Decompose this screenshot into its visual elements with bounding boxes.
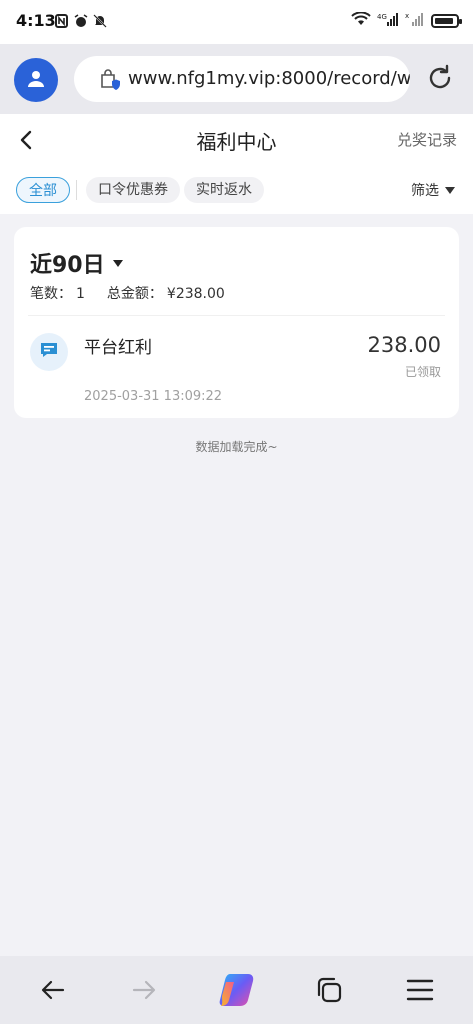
filter-label: 筛选: [411, 183, 439, 199]
load-complete-text: 数据加载完成~: [195, 440, 278, 454]
period-label: 近90日: [30, 253, 105, 278]
browser-bottom-bar: [0, 956, 473, 1024]
forward-nav-button[interactable]: [126, 972, 162, 1008]
wifi-icon: [351, 11, 371, 30]
page-header: 福利中心 兑奖记录: [0, 114, 473, 166]
tab-divider: [76, 180, 77, 200]
item-time: 2025-03-31 13:09:22: [84, 389, 223, 404]
back-nav-button[interactable]: [35, 972, 71, 1008]
nfc-icon: [55, 13, 68, 28]
status-bar: 4:13 4G x: [0, 0, 473, 44]
profile-avatar[interactable]: [14, 58, 58, 102]
item-icon: [30, 333, 68, 371]
record-card: 近90日 笔数： 1 总金额： ¥238.00 平台红利 238.00 已领取 202…: [14, 227, 459, 418]
summary-line: 笔数： 1 总金额： ¥238.00: [30, 283, 229, 303]
signal-x-icon: x: [405, 11, 425, 30]
battery-icon: [431, 13, 462, 28]
caret-down-icon: [445, 186, 455, 194]
count-value: 1: [76, 286, 85, 302]
address-bar[interactable]: www.nfg1my.vip:8000/record/we: [74, 56, 410, 102]
item-status: 已领取: [404, 365, 441, 379]
site-security-icon[interactable]: [98, 69, 120, 95]
reload-button[interactable]: [424, 62, 456, 94]
divider: [28, 315, 445, 316]
tabs-button[interactable]: [311, 972, 347, 1008]
tab-all[interactable]: 全部: [16, 177, 70, 203]
records-link[interactable]: 兑奖记录: [397, 129, 457, 150]
period-selector[interactable]: 近90日: [30, 247, 123, 279]
caret-down-icon: [112, 259, 123, 267]
clock: 4:13: [16, 11, 56, 30]
tab-rebate[interactable]: 实时返水: [184, 177, 264, 203]
reload-icon: [424, 64, 456, 98]
copilot-button[interactable]: [216, 968, 260, 1012]
filter-button[interactable]: 筛选: [411, 180, 455, 200]
total-value: ¥238.00: [166, 286, 225, 302]
user-icon: [25, 67, 47, 93]
count-label: 笔数：: [30, 286, 72, 302]
menu-button[interactable]: [402, 972, 438, 1008]
svg-text:4G: 4G: [377, 13, 387, 21]
tab-coupon[interactable]: 口令优惠券: [86, 177, 180, 203]
url-text[interactable]: www.nfg1my.vip:8000/record/we: [128, 68, 410, 89]
total-label: 总金额：: [106, 286, 163, 302]
item-name: 平台红利: [84, 338, 152, 358]
browser-toolbar: www.nfg1my.vip:8000/record/we: [0, 44, 473, 114]
signal-4g-icon: 4G: [377, 11, 399, 30]
filter-tabs: 全部 口令优惠券 实时返水 筛选: [0, 166, 473, 214]
svg-text:x: x: [405, 12, 409, 20]
message-icon: [39, 340, 59, 364]
alarm-icon: [74, 13, 88, 27]
mute-icon: [93, 13, 107, 28]
item-amount: 238.00: [367, 333, 441, 357]
